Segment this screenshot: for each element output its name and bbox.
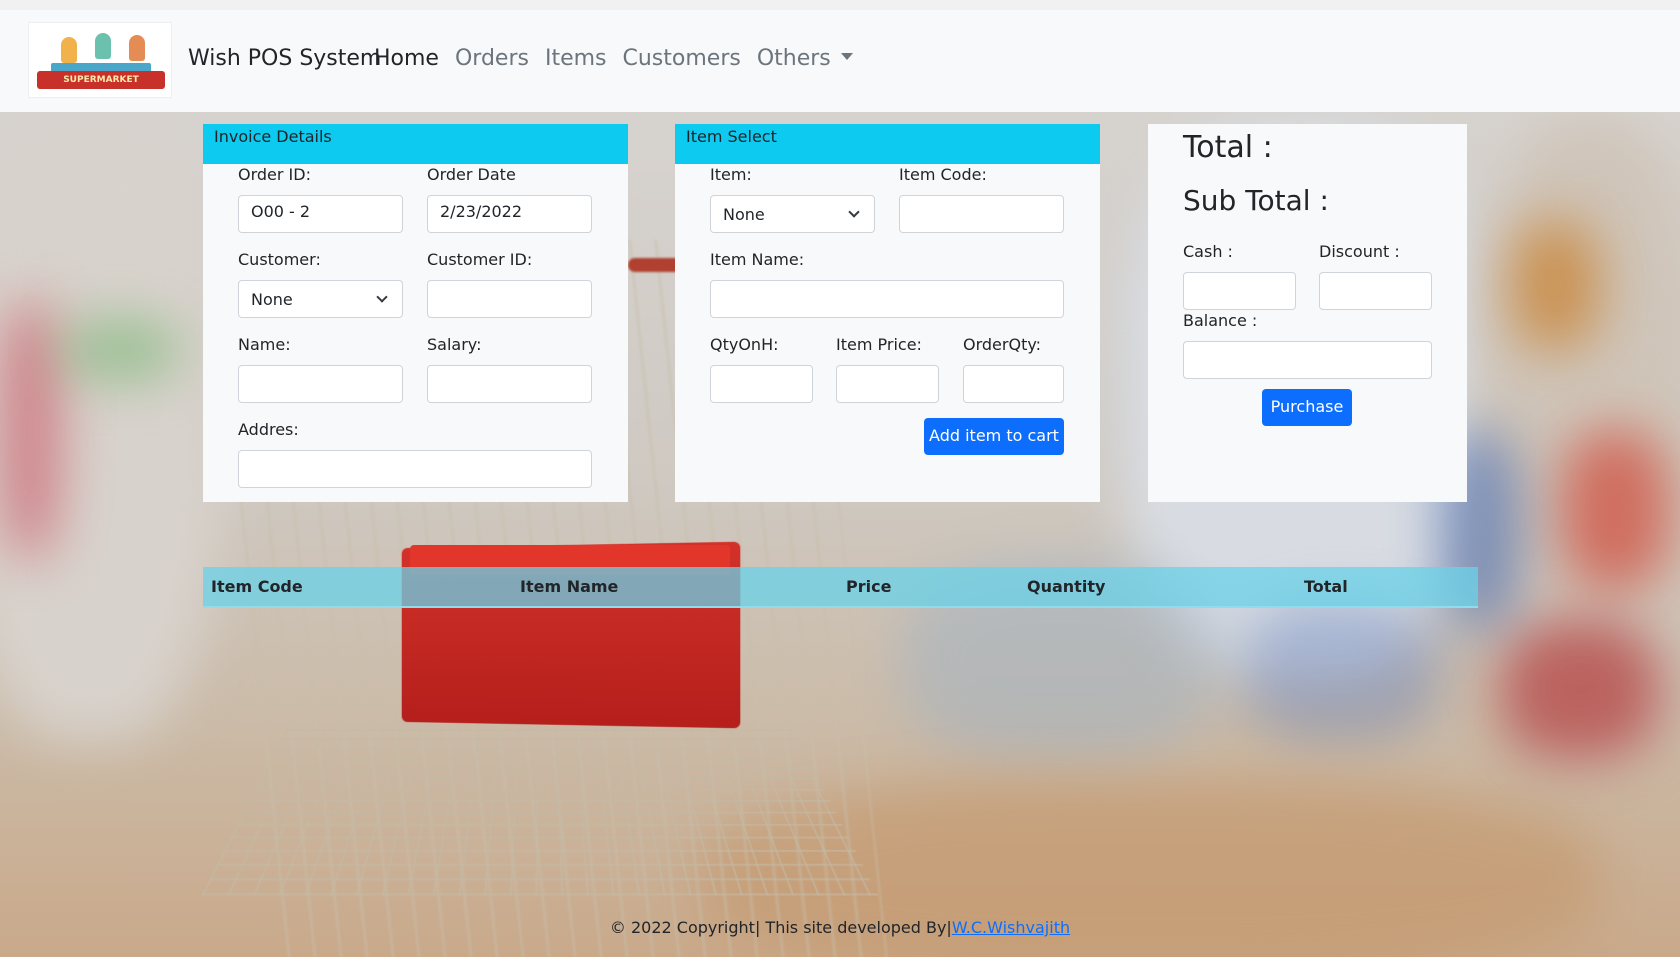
customer-select-value: None (251, 289, 293, 309)
total-label: Total : (1183, 130, 1273, 165)
column-quantity: Quantity (1027, 577, 1106, 596)
add-item-to-cart-button[interactable]: Add item to cart (924, 418, 1064, 455)
nav-orders[interactable]: Orders (447, 46, 537, 71)
qty-on-hand-label: QtyOnH: (710, 335, 779, 354)
sub-total-label: Sub Total : (1183, 184, 1329, 217)
item-price-label: Item Price: (836, 335, 922, 354)
order-qty-input[interactable] (963, 365, 1064, 403)
discount-input[interactable] (1319, 272, 1432, 310)
address-label: Addres: (238, 420, 299, 439)
footer: © 2022 Copyright| This site developed By… (0, 918, 1680, 937)
nav-others-dropdown[interactable]: Others (749, 46, 861, 71)
salary-label: Salary: (427, 335, 482, 354)
top-strip (0, 0, 1680, 10)
summary-panel: Total : Sub Total : Cash : Discount : Ba… (1148, 124, 1467, 502)
address-input[interactable] (238, 450, 592, 488)
discount-label: Discount : (1319, 242, 1400, 261)
logo-figure-2 (95, 33, 111, 59)
salary-input[interactable] (427, 365, 592, 403)
order-id-input[interactable]: O00 - 2 (238, 195, 403, 233)
supermarket-logo[interactable]: SUPERMARKET (28, 22, 172, 98)
item-label: Item: (710, 165, 752, 184)
item-code-label: Item Code: (899, 165, 987, 184)
balance-input[interactable] (1183, 341, 1432, 379)
nav-items[interactable]: Items (537, 46, 615, 71)
footer-copyright: © 2022 Copyright| This site developed By… (609, 918, 952, 937)
order-date-label: Order Date (427, 165, 516, 184)
item-select[interactable]: None (710, 195, 875, 233)
logo-ribbon: SUPERMARKET (37, 71, 165, 89)
column-item-code: Item Code (211, 577, 303, 596)
item-name-label: Item Name: (710, 250, 805, 269)
item-select-panel: Item Select Item: None Item Code: Item N… (675, 124, 1100, 502)
invoice-details-panel: Invoice Details Order ID: O00 - 2 Order … (203, 124, 628, 502)
caret-down-icon (840, 53, 853, 60)
customer-id-label: Customer ID: (427, 250, 533, 269)
balance-label: Balance : (1183, 311, 1258, 330)
order-date-input[interactable]: 2/23/2022 (427, 195, 592, 233)
order-qty-label: OrderQty: (963, 335, 1042, 354)
chevron-down-icon (848, 206, 860, 218)
chevron-down-icon (376, 291, 388, 303)
order-id-label: Order ID: (238, 165, 311, 184)
name-label: Name: (238, 335, 291, 354)
logo-figure-3 (129, 35, 145, 61)
cash-input[interactable] (1183, 272, 1296, 310)
column-item-name: Item Name (520, 577, 619, 596)
customer-label: Customer: (238, 250, 321, 269)
cash-label: Cash : (1183, 242, 1233, 261)
item-select-header: Item Select (675, 124, 1100, 164)
nav-links: Home Orders Items Customers Others (366, 46, 861, 71)
column-total: Total (1304, 577, 1348, 596)
qty-on-hand-input[interactable] (710, 365, 813, 403)
cart-table-header: Item Code Item Name Price Quantity Total (203, 567, 1478, 608)
developer-link[interactable]: W.C.Wishvajith (952, 918, 1070, 937)
invoice-details-header: Invoice Details (203, 124, 628, 164)
customer-select[interactable]: None (238, 280, 403, 318)
item-name-input[interactable] (710, 280, 1064, 318)
logo-figure-1 (61, 37, 77, 63)
purchase-button[interactable]: Purchase (1262, 389, 1352, 426)
customer-id-input[interactable] (427, 280, 592, 318)
brand-title[interactable]: Wish POS System (188, 46, 381, 71)
nav-home[interactable]: Home (366, 46, 447, 71)
navbar: SUPERMARKET Wish POS System Home Orders … (0, 10, 1680, 112)
nav-customers[interactable]: Customers (615, 46, 749, 71)
item-price-input[interactable] (836, 365, 939, 403)
column-price: Price (846, 577, 892, 596)
item-select-value: None (723, 204, 765, 224)
item-code-input[interactable] (899, 195, 1064, 233)
nav-others-label: Others (756, 46, 831, 71)
name-input[interactable] (238, 365, 403, 403)
